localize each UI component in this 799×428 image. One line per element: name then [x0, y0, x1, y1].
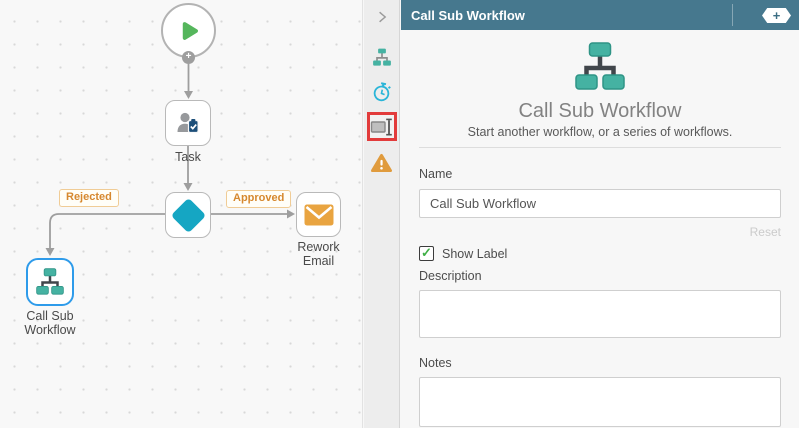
show-label-row: ✓ Show Label [419, 246, 781, 261]
name-input[interactable] [419, 189, 781, 218]
workflow-designer: + Task Rejected Approved Rework Email Ca… [0, 0, 799, 428]
rejected-branch-label[interactable]: Rejected [59, 189, 119, 207]
approved-branch-label[interactable]: Approved [226, 190, 292, 208]
tab-warnings-button[interactable] [367, 149, 397, 177]
hero-icon-wrap [419, 42, 781, 92]
task-node-label: Task [175, 150, 201, 164]
decision-diamond-icon [170, 197, 206, 233]
task-node[interactable] [165, 100, 211, 146]
header-divider [732, 4, 733, 26]
sub-workflow-icon [36, 268, 64, 295]
envelope-icon [304, 204, 333, 225]
decision-node[interactable] [165, 192, 211, 238]
task-user-icon [177, 112, 199, 134]
sub-workflow-tab-icon [372, 48, 391, 66]
panel-body: Call Sub Workflow Start another workflow… [401, 42, 799, 428]
play-icon [182, 21, 198, 40]
checkmark-icon: ✓ [421, 245, 432, 260]
section-divider [419, 147, 781, 148]
show-label-checkbox[interactable]: ✓ [419, 246, 434, 261]
workflow-canvas[interactable]: + Task Rejected Approved Rework Email Ca… [0, 0, 363, 428]
collapse-panel-button[interactable] [367, 3, 397, 31]
properties-panel: Call Sub Workflow + Call Sub Workflow St… [401, 0, 799, 428]
rework-email-node[interactable] [296, 192, 341, 237]
notes-field-label: Notes [419, 356, 452, 370]
stopwatch-icon [373, 81, 391, 101]
tab-sub-workflow-button[interactable] [367, 43, 397, 71]
hero-title: Call Sub Workflow [518, 100, 682, 122]
panel-title: Call Sub Workflow [411, 7, 525, 23]
active-tab-highlight [366, 112, 397, 141]
warning-triangle-icon [371, 153, 392, 173]
panel-header: Call Sub Workflow + [401, 0, 799, 30]
panel-sidebar [364, 0, 400, 428]
notes-input[interactable] [419, 377, 781, 427]
sub-workflow-hero-icon [575, 42, 625, 90]
add-button[interactable]: + [762, 8, 791, 23]
reset-button[interactable]: Reset [750, 225, 781, 239]
tab-label-field-button[interactable] [370, 116, 394, 138]
description-field-label: Description [419, 269, 482, 283]
call-sub-workflow-node-label: Call Sub Workflow [24, 309, 76, 337]
reset-row: Reset [419, 223, 781, 241]
start-node[interactable] [161, 3, 216, 58]
tab-timer-button[interactable] [367, 77, 397, 105]
name-field-label: Name [419, 167, 453, 181]
call-sub-workflow-node[interactable] [26, 258, 74, 306]
chevron-right-icon [378, 11, 386, 23]
hero-subtitle: Start another workflow, or a series of w… [467, 125, 733, 139]
description-input[interactable] [419, 290, 781, 338]
show-label-text: Show Label [442, 246, 508, 261]
text-field-cursor-icon [370, 118, 392, 136]
start-connect-port[interactable]: + [182, 51, 195, 64]
rework-email-node-label: Rework Email [297, 240, 340, 268]
